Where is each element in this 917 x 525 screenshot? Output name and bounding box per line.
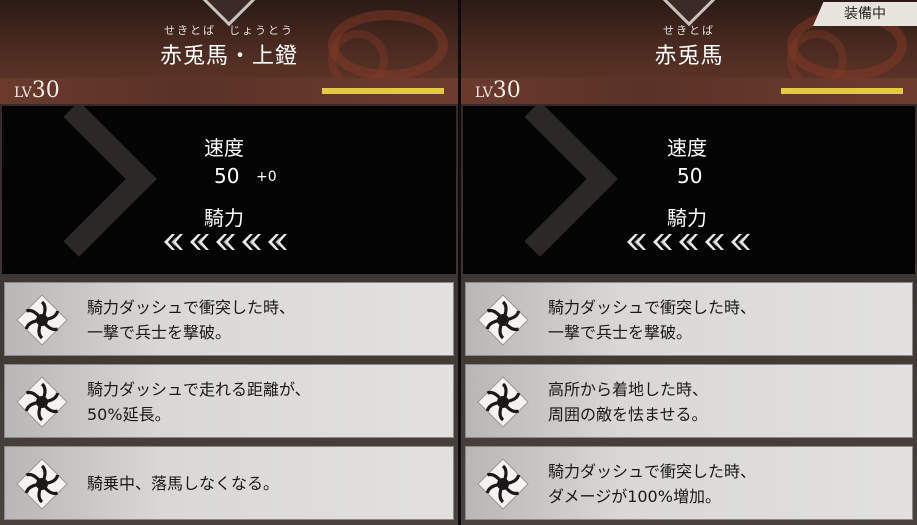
- skill-text: 騎乗中、落馬しなくなる。: [87, 474, 280, 493]
- riding-level-icons: [625, 232, 752, 252]
- double-chevron-left-icon: [651, 232, 674, 252]
- level-value: 30: [492, 78, 521, 103]
- double-chevron-left-icon: [266, 232, 289, 252]
- experience-bar: [781, 88, 903, 94]
- mount-name: 赤兎馬: [654, 44, 724, 69]
- mount-name-ruby: せきとば じょうとう: [164, 24, 294, 37]
- skill-card[interactable]: 騎乗中、落馬しなくなる。: [4, 446, 454, 520]
- riding-label: 騎力: [667, 206, 707, 230]
- equipped-badge: 装備中: [813, 2, 917, 26]
- stats-box: 速度 50 騎力: [463, 106, 915, 274]
- level-label: LV: [14, 85, 32, 101]
- level-bar: LV30: [0, 78, 458, 104]
- swirl-icon: [15, 293, 69, 347]
- skill-card[interactable]: 高所から着地した時、 周囲の敵を怯ませる。: [465, 364, 913, 438]
- mount-header: せきとば じょうとう 赤兎馬・上鐙: [0, 0, 458, 78]
- skill-card[interactable]: 騎力ダッシュで衝突した時、 一撃で兵士を撃破。: [4, 282, 454, 356]
- speed-label: 速度: [204, 136, 244, 160]
- mount-panel-right[interactable]: せきとば 赤兎馬 装備中 LV30 速度 50 騎力 騎力ダッシュで衝突した時、…: [461, 0, 917, 525]
- double-chevron-left-icon: [729, 232, 752, 252]
- skill-card[interactable]: 騎力ダッシュで衝突した時、 一撃で兵士を撃破。: [465, 282, 913, 356]
- experience-bar: [322, 88, 444, 94]
- speed-value: 50: [214, 164, 240, 188]
- double-chevron-left-icon: [703, 232, 726, 252]
- riding-label: 騎力: [204, 206, 244, 230]
- chevron-right-icon: [2, 106, 157, 257]
- swirl-icon: [476, 457, 530, 511]
- speed-bonus: +0: [256, 169, 277, 185]
- level-value: 30: [31, 78, 60, 103]
- double-chevron-left-icon: [625, 232, 648, 252]
- skill-text: 騎力ダッシュで衝突した時、 一撃で兵士を撃破。: [87, 298, 296, 342]
- swirl-icon: [476, 293, 530, 347]
- swirl-icon: [476, 375, 530, 429]
- double-chevron-left-icon: [214, 232, 237, 252]
- level-label: LV: [475, 85, 493, 101]
- skill-text: 騎力ダッシュで衝突した時、 ダメージが100%増加。: [548, 462, 757, 506]
- mount-panel-left[interactable]: せきとば じょうとう 赤兎馬・上鐙 LV30 速度 50 +0 騎力 騎力ダッシ…: [0, 0, 458, 525]
- skill-text: 騎力ダッシュで走れる距離が、 50%延長。: [87, 380, 311, 424]
- speed-label: 速度: [667, 136, 707, 160]
- skill-card[interactable]: 騎力ダッシュで走れる距離が、 50%延長。: [4, 364, 454, 438]
- double-chevron-left-icon: [162, 232, 185, 252]
- stats-box: 速度 50 +0 騎力: [2, 106, 456, 274]
- swirl-icon: [15, 457, 69, 511]
- double-chevron-left-icon: [188, 232, 211, 252]
- riding-level-icons: [162, 232, 289, 252]
- level-bar: LV30: [461, 78, 917, 104]
- skill-text: 高所から着地した時、 周囲の敵を怯ませる。: [548, 380, 709, 424]
- mount-name: 赤兎馬・上鐙: [159, 44, 298, 69]
- skill-card[interactable]: 騎力ダッシュで衝突した時、 ダメージが100%増加。: [465, 446, 913, 520]
- level-display: LV30: [475, 78, 521, 103]
- level-display: LV30: [14, 78, 60, 103]
- swirl-icon: [15, 375, 69, 429]
- skill-text: 騎力ダッシュで衝突した時、 一撃で兵士を撃破。: [548, 298, 757, 342]
- double-chevron-left-icon: [677, 232, 700, 252]
- double-chevron-left-icon: [240, 232, 263, 252]
- chevron-right-icon: [463, 106, 618, 257]
- mount-header: せきとば 赤兎馬 装備中: [461, 0, 917, 78]
- speed-value: 50: [677, 164, 703, 188]
